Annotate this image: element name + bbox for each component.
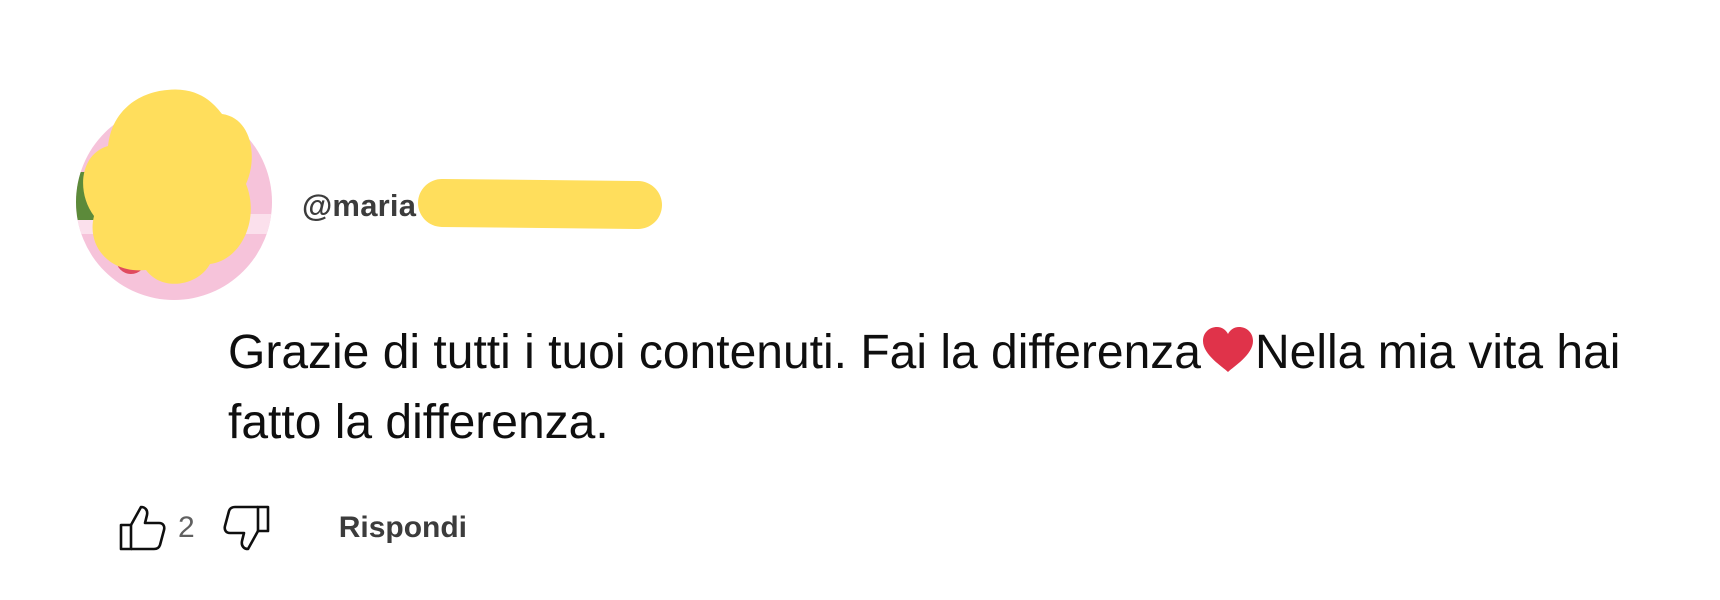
heart-emoji-icon bbox=[1202, 327, 1253, 372]
handle-redaction bbox=[417, 178, 663, 230]
comment-text-part: Grazie di tutti i tuoi contenuti. Fai la… bbox=[228, 326, 1201, 379]
avatar-redaction bbox=[83, 89, 252, 284]
comment-text: Grazie di tutti i tuoi contenuti. Fai la… bbox=[228, 318, 1688, 458]
reply-button[interactable]: Rispondi bbox=[339, 511, 467, 545]
comment-thread-item: @maria Grazie di tutti i tuoi contenuti.… bbox=[0, 0, 1720, 600]
thumbs-up-icon bbox=[119, 505, 166, 551]
author-handle[interactable]: @maria bbox=[302, 188, 416, 223]
author-handle-wrapper: @maria bbox=[302, 184, 416, 228]
dislike-button[interactable] bbox=[221, 502, 273, 554]
thumbs-down-icon bbox=[223, 505, 269, 551]
comment-actions: 2 Rispondi bbox=[116, 500, 467, 556]
like-count: 2 bbox=[178, 511, 195, 544]
like-button[interactable] bbox=[116, 502, 168, 554]
